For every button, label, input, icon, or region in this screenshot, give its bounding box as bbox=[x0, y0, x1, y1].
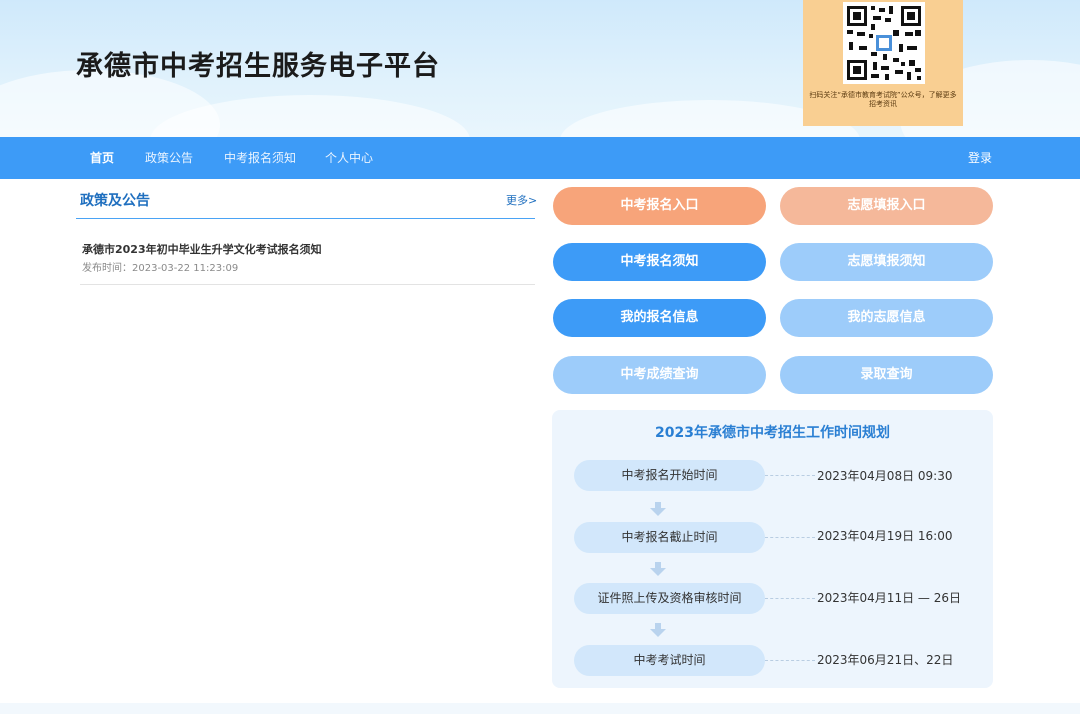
login-link[interactable]: 登录 bbox=[968, 137, 992, 179]
timeline-connector bbox=[765, 475, 815, 476]
wish-notice-button[interactable]: 志愿填报须知 bbox=[780, 243, 993, 281]
exam-signup-entry-button[interactable]: 中考报名入口 bbox=[553, 187, 766, 225]
timeline-card: 2023年承德市中考招生工作时间规划 中考报名开始时间 2023年04月08日 … bbox=[552, 410, 993, 688]
notice-item-title[interactable]: 承德市2023年初中毕业生升学文化考试报名须知 bbox=[82, 241, 322, 257]
exam-notice-button[interactable]: 中考报名须知 bbox=[553, 243, 766, 281]
timeline-step-value: 2023年04月08日 09:30 bbox=[817, 469, 953, 483]
nav-item-exam-notice[interactable]: 中考报名须知 bbox=[224, 137, 296, 179]
timeline-connector bbox=[765, 660, 815, 661]
qr-code-image bbox=[843, 2, 925, 84]
arrow-down-icon bbox=[650, 562, 666, 576]
header-banner: 承德市中考招生服务电子平台 扫码关注“承德市教育考试院”公众号，了解更多招考资讯 bbox=[0, 0, 1080, 137]
timeline-step-value: 2023年04月19日 16:00 bbox=[817, 529, 953, 543]
admission-query-button[interactable]: 录取查询 bbox=[780, 356, 993, 394]
arrow-down-icon bbox=[650, 623, 666, 637]
timeline-step-label: 中考考试时间 bbox=[574, 645, 765, 676]
timeline-step-label: 中考报名截止时间 bbox=[574, 522, 765, 553]
notices-divider bbox=[76, 218, 535, 219]
my-wish-info-button[interactable]: 我的志愿信息 bbox=[780, 299, 993, 337]
timeline-step-label: 中考报名开始时间 bbox=[574, 460, 765, 491]
qr-caption: 扫码关注“承德市教育考试院”公众号，了解更多招考资讯 bbox=[809, 91, 957, 108]
arrow-down-icon bbox=[650, 502, 666, 516]
nav-item-personal-center[interactable]: 个人中心 bbox=[325, 137, 373, 179]
notices-title: 政策及公告 bbox=[80, 193, 150, 209]
timeline-step-label: 证件照上传及资格审核时间 bbox=[574, 583, 765, 614]
site-title: 承德市中考招生服务电子平台 bbox=[76, 51, 440, 82]
wish-fill-entry-button[interactable]: 志愿填报入口 bbox=[780, 187, 993, 225]
timeline-connector bbox=[765, 598, 815, 599]
timeline-title: 2023年承德市中考招生工作时间规划 bbox=[655, 425, 890, 441]
notice-divider bbox=[80, 284, 535, 285]
score-query-button[interactable]: 中考成绩查询 bbox=[553, 356, 766, 394]
notices-more-link[interactable]: 更多> bbox=[506, 192, 537, 208]
timeline-connector bbox=[765, 537, 815, 538]
notice-item-date: 发布时间：2023-03-22 11:23:09 bbox=[82, 263, 239, 274]
timeline-step-value: 2023年04月11日 — 26日 bbox=[817, 591, 961, 605]
qr-code-icon bbox=[843, 2, 925, 84]
top-nav: 首页 政策公告 中考报名须知 个人中心 登录 bbox=[0, 137, 1080, 179]
my-signup-info-button[interactable]: 我的报名信息 bbox=[553, 299, 766, 337]
nav-item-home[interactable]: 首页 bbox=[90, 137, 114, 179]
footer-band bbox=[0, 703, 1080, 714]
nav-item-policy[interactable]: 政策公告 bbox=[145, 137, 193, 179]
timeline-step-value: 2023年06月21日、22日 bbox=[817, 653, 954, 667]
qr-code-panel: 扫码关注“承德市教育考试院”公众号，了解更多招考资讯 bbox=[803, 0, 963, 126]
